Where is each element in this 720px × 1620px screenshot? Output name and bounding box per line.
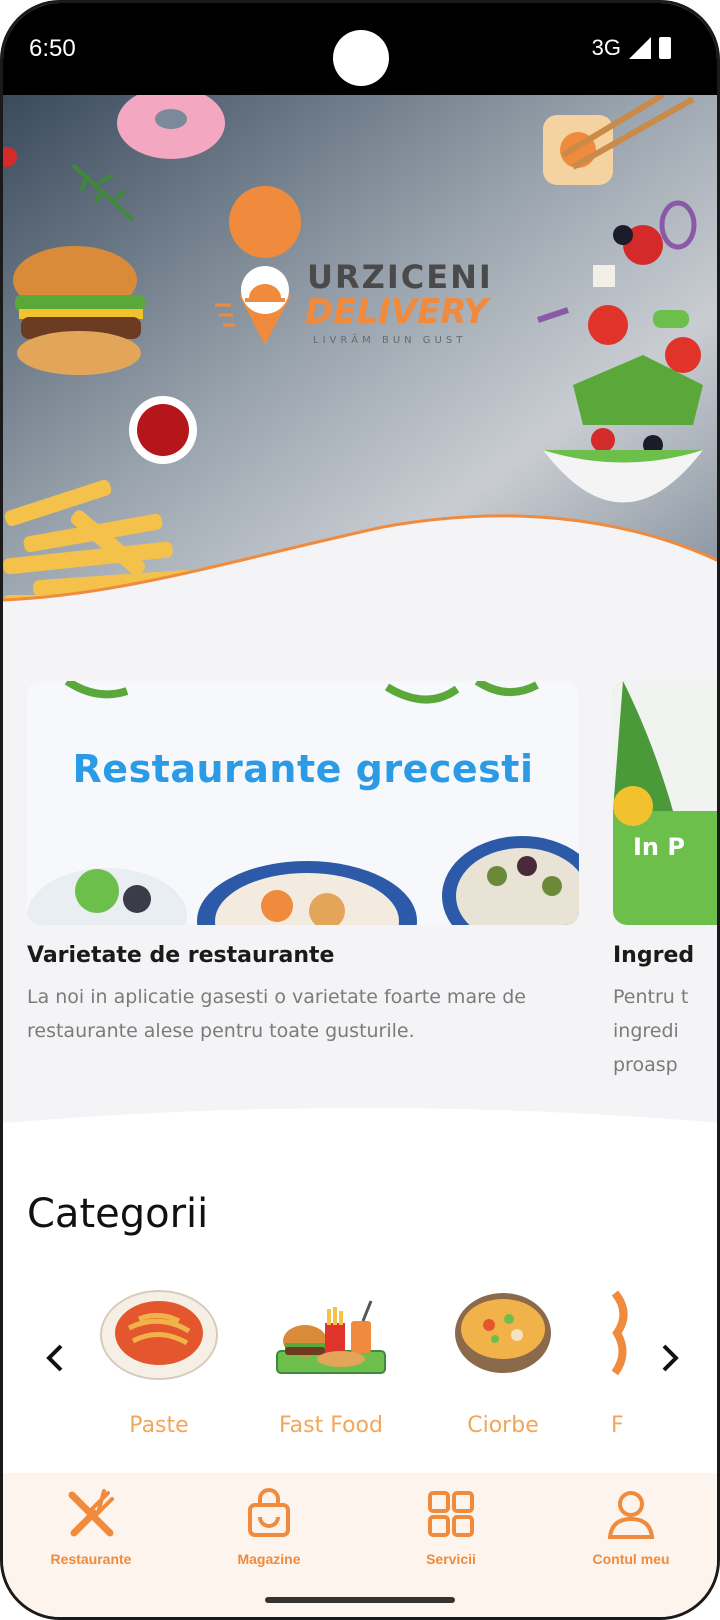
network-type: 3G — [591, 35, 621, 60]
status-bar: 6:50 3G — [3, 3, 717, 95]
logo-line1: URZICENI — [307, 258, 493, 296]
logo-tagline: LIVRĂM BUN GUST — [313, 333, 466, 346]
nav-label: Restaurante — [50, 1551, 132, 1567]
promo-image: In P — [613, 681, 717, 925]
status-indicators: 3G — [592, 35, 671, 61]
nav-label: Magazine — [237, 1551, 301, 1567]
chevron-left-icon[interactable] — [43, 1343, 67, 1373]
categories-heading: Categorii — [27, 1191, 209, 1237]
category-label: Ciorbe — [467, 1413, 539, 1438]
pasta-icon — [100, 1290, 218, 1380]
category-item-partial[interactable]: F — [603, 1283, 643, 1438]
nav-item-magazine[interactable]: Magazine — [199, 1487, 339, 1567]
fast-food-icon — [276, 1300, 386, 1374]
categories-section: Categorii Paste Fast Food Ciorbe F — [3, 1108, 717, 1473]
battery-icon — [659, 37, 671, 59]
promo-title: Varietate de restaurante — [27, 943, 335, 968]
phone-screen: 6:50 3G URZICENI DELIVERY LIVRĂM BUN GUS… — [0, 0, 720, 1620]
nav-item-contul-meu[interactable]: Contul meu — [561, 1487, 701, 1567]
promo-card[interactable]: Restaurante grecesti Varietate de restau… — [27, 681, 579, 1048]
soup-icon — [455, 1293, 551, 1373]
promo-description: La noi in aplicatie gasesti o varietate … — [27, 986, 526, 1042]
category-label: Paste — [129, 1413, 189, 1438]
promo-title: Ingred — [613, 943, 695, 968]
utensils-icon — [68, 1489, 114, 1537]
category-label: F — [611, 1413, 624, 1438]
promo-image-caption: Restaurante grecesti — [72, 747, 534, 791]
hero-banner: URZICENI DELIVERY LIVRĂM BUN GUST — [3, 95, 717, 625]
promo-card-partial[interactable]: In P Ingred Pentru t ingredi proasp — [613, 681, 717, 1082]
promo-carousel[interactable]: Restaurante grecesti Varietate de restau… — [3, 633, 717, 1133]
category-label: Fast Food — [279, 1413, 383, 1438]
shopping-bag-icon — [248, 1488, 290, 1537]
category-item-paste[interactable]: Paste — [89, 1283, 229, 1438]
ketchup-image — [129, 396, 197, 464]
home-indicator[interactable] — [265, 1597, 455, 1603]
nav-label: Contul meu — [592, 1551, 670, 1567]
grid-icon — [428, 1491, 474, 1537]
camera-cutout — [333, 30, 389, 86]
promo-description: Pentru t ingredi proasp — [613, 986, 689, 1076]
nav-item-restaurante[interactable]: Restaurante — [21, 1487, 161, 1567]
status-time: 6:50 — [29, 35, 76, 62]
promo-image: Restaurante grecesti — [27, 681, 579, 925]
user-icon — [607, 1491, 655, 1539]
signal-icon — [629, 37, 651, 59]
partial-category-icon — [611, 1290, 628, 1376]
hero-illustration: URZICENI DELIVERY LIVRĂM BUN GUST — [3, 95, 717, 625]
nav-label: Servicii — [426, 1551, 476, 1567]
burger-image — [13, 246, 145, 375]
nav-item-servicii[interactable]: Servicii — [381, 1487, 521, 1567]
chevron-right-icon[interactable] — [658, 1343, 682, 1373]
category-item-ciorbe[interactable]: Ciorbe — [433, 1283, 573, 1438]
logo-line2: DELIVERY — [305, 292, 491, 332]
promo-image-caption: In P — [633, 833, 685, 861]
category-item-fast-food[interactable]: Fast Food — [261, 1283, 401, 1438]
